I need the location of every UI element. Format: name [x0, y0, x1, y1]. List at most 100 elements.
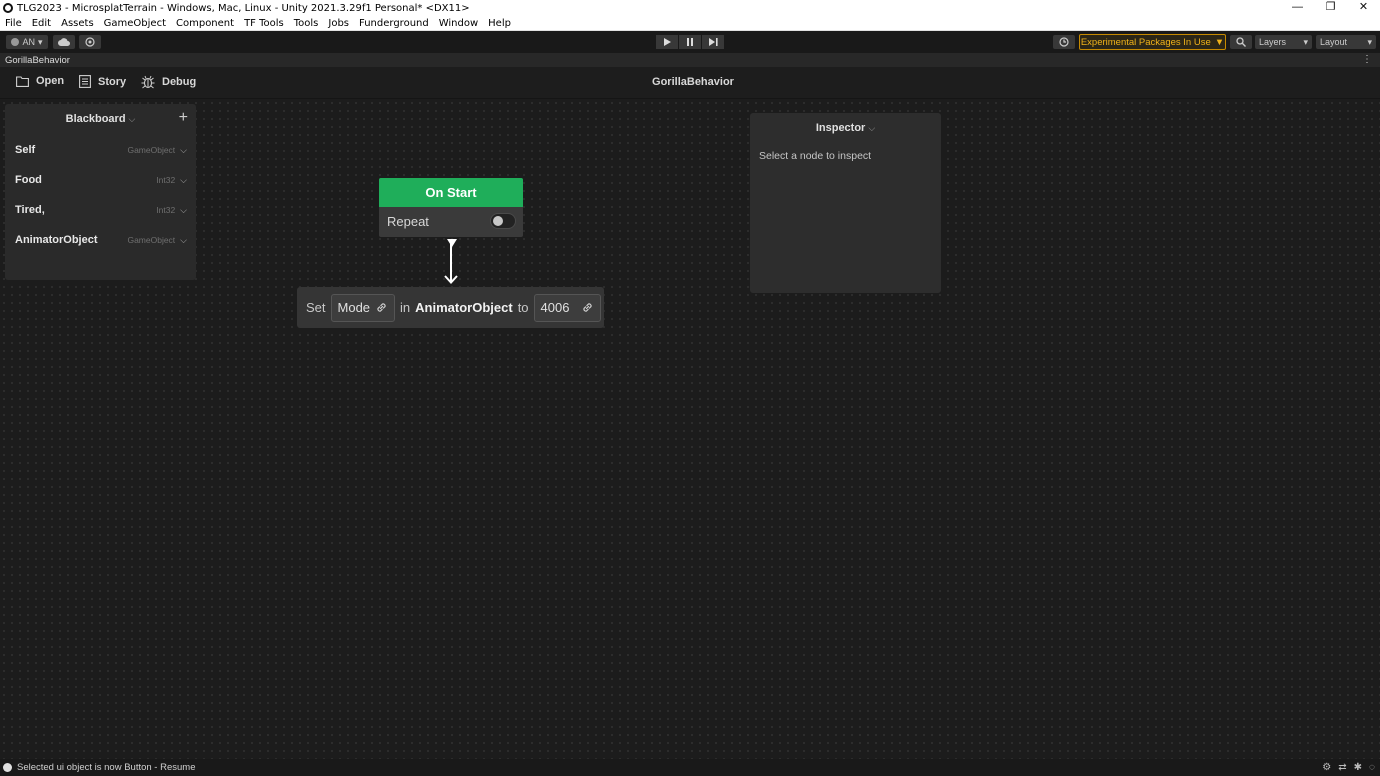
account-dropdown[interactable]: AN ▾: [6, 35, 48, 49]
field-selector[interactable]: Mode: [330, 293, 396, 322]
close-button[interactable]: ✕: [1347, 0, 1380, 16]
chevron-down-icon: ▾: [37, 36, 43, 47]
toggle-knob: [493, 216, 503, 226]
menu-funderground[interactable]: Funderground: [354, 18, 434, 29]
blackboard-variable-animatorobject[interactable]: AnimatorObject GameObject ⌵: [15, 231, 187, 249]
add-variable-button[interactable]: +: [179, 110, 188, 126]
document-icon: [79, 75, 91, 88]
experimental-packages-label: Experimental Packages In Use: [1080, 36, 1211, 48]
graph-title: GorillaBehavior: [652, 76, 734, 88]
chevron-down-icon: ▾: [1367, 36, 1372, 47]
story-label: Story: [98, 75, 127, 88]
on-start-node[interactable]: On Start Repeat: [379, 178, 523, 237]
layout-dropdown[interactable]: Layout ▾: [1316, 35, 1376, 49]
collab-button[interactable]: [79, 35, 101, 49]
repeat-label: Repeat: [387, 214, 429, 229]
main-toolbar: AN ▾ Experimental Packages In Use ▼ Laye…: [0, 31, 1380, 53]
progress-check-icon[interactable]: ◌: [1369, 762, 1375, 773]
set-field-node[interactable]: Set Mode in AnimatorObject to 4006: [297, 287, 604, 328]
menu-help[interactable]: Help: [483, 18, 516, 29]
info-icon: [3, 763, 12, 772]
inspector-title[interactable]: Inspector ⌵: [750, 122, 941, 134]
chevron-down-icon: ⌵: [180, 234, 187, 245]
play-button[interactable]: [656, 35, 678, 49]
inspector-title-label: Inspector: [815, 122, 866, 134]
cloud-button[interactable]: [53, 35, 75, 49]
variable-type-dropdown[interactable]: GameObject ⌵: [127, 235, 187, 246]
value-field[interactable]: 4006: [533, 293, 601, 322]
graph-header: Open Story Debug GorillaBehavior: [0, 67, 1380, 99]
search-button[interactable]: [1230, 35, 1252, 49]
blackboard-title-label: Blackboard: [65, 113, 126, 125]
unity-logo-icon: [3, 3, 13, 13]
output-port[interactable]: [447, 239, 457, 247]
field-value: Mode: [337, 300, 371, 315]
menu-window[interactable]: Window: [434, 18, 483, 29]
status-icons: ⚙ ⇄ ✱ ◌: [1322, 762, 1375, 773]
window-title: TLG2023 - MicrosplatTerrain - Windows, M…: [17, 2, 470, 14]
variable-name: Food: [15, 174, 42, 186]
variable-type-dropdown[interactable]: GameObject ⌵: [127, 145, 187, 156]
minimize-button[interactable]: —: [1281, 0, 1314, 16]
on-start-title: On Start: [379, 178, 523, 207]
variable-type-dropdown[interactable]: Int32 ⌵: [156, 205, 187, 216]
link-icon[interactable]: [581, 301, 594, 314]
debug-button[interactable]: Debug: [141, 75, 196, 89]
maximize-button[interactable]: ❐: [1314, 0, 1347, 16]
menu-jobs[interactable]: Jobs: [323, 18, 354, 29]
blackboard-variable-food[interactable]: Food Int32 ⌵: [15, 171, 187, 189]
open-label: Open: [36, 75, 65, 87]
history-icon: [1059, 37, 1069, 47]
menu-edit[interactable]: Edit: [27, 18, 56, 29]
status-message[interactable]: Selected ui object is now Button - Resum…: [17, 762, 195, 773]
repeat-toggle[interactable]: [490, 213, 516, 229]
more-options-icon[interactable]: ⋮: [1362, 53, 1372, 66]
window-controls: — ❐ ✕: [1281, 0, 1380, 16]
menu-tools[interactable]: Tools: [289, 18, 324, 29]
chevron-down-icon: ⌵: [180, 204, 187, 215]
blackboard-panel: Blackboard ⌵ + Self GameObject ⌵ Food Int3…: [5, 104, 196, 280]
menu-assets[interactable]: Assets: [56, 18, 99, 29]
variable-type: GameObject: [127, 235, 176, 245]
debug-label: Debug: [162, 76, 197, 88]
debug-mode-icon[interactable]: ⚙: [1322, 762, 1331, 773]
layout-label: Layout: [1320, 37, 1348, 47]
blackboard-title[interactable]: Blackboard ⌵: [5, 113, 196, 125]
variable-type: Int32: [156, 175, 176, 185]
play-controls: [656, 35, 724, 49]
open-button[interactable]: Open: [16, 75, 64, 87]
menu-file[interactable]: File: [0, 18, 27, 29]
chevron-down-icon: ▼: [1214, 36, 1225, 48]
menu-component[interactable]: Component: [171, 18, 239, 29]
bug-report-icon[interactable]: ✱: [1354, 762, 1362, 773]
set-word: Set: [306, 300, 326, 315]
menu-gameobject[interactable]: GameObject: [99, 18, 171, 29]
step-icon: [708, 38, 718, 46]
folder-icon: [16, 75, 29, 87]
story-button[interactable]: Story: [79, 75, 126, 88]
menu-tf-tools[interactable]: TF Tools: [239, 18, 289, 29]
tab-gorillabehavior[interactable]: GorillaBehavior: [0, 55, 70, 66]
chevron-down-icon: ▾: [1303, 36, 1308, 47]
pause-button[interactable]: [679, 35, 701, 49]
to-word: to: [517, 300, 529, 315]
chevron-down-icon: ⌵: [180, 174, 187, 185]
variable-type-dropdown[interactable]: Int32 ⌵: [156, 175, 187, 186]
variable-name: Self: [15, 144, 36, 156]
step-button[interactable]: [702, 35, 724, 49]
collab-icon: [85, 37, 95, 47]
layers-dropdown[interactable]: Layers ▾: [1255, 35, 1312, 49]
variable-type: GameObject: [127, 145, 176, 155]
bug-icon: [141, 75, 155, 89]
blackboard-variable-self[interactable]: Self GameObject ⌵: [15, 141, 187, 159]
play-icon: [664, 38, 671, 46]
chevron-down-icon: ⌵: [868, 123, 876, 133]
inspector-panel: Inspector ⌵ Select a node to inspect: [750, 113, 941, 293]
graph-canvas[interactable]: [0, 99, 1380, 759]
experimental-packages-dropdown[interactable]: Experimental Packages In Use ▼: [1079, 34, 1226, 50]
undo-history-button[interactable]: [1053, 35, 1075, 49]
network-icon[interactable]: ⇄: [1338, 762, 1346, 773]
chevron-down-icon: ⌵: [180, 144, 187, 155]
link-icon[interactable]: [375, 301, 388, 314]
blackboard-variable-tired[interactable]: Tired, Int32 ⌵: [15, 201, 187, 219]
